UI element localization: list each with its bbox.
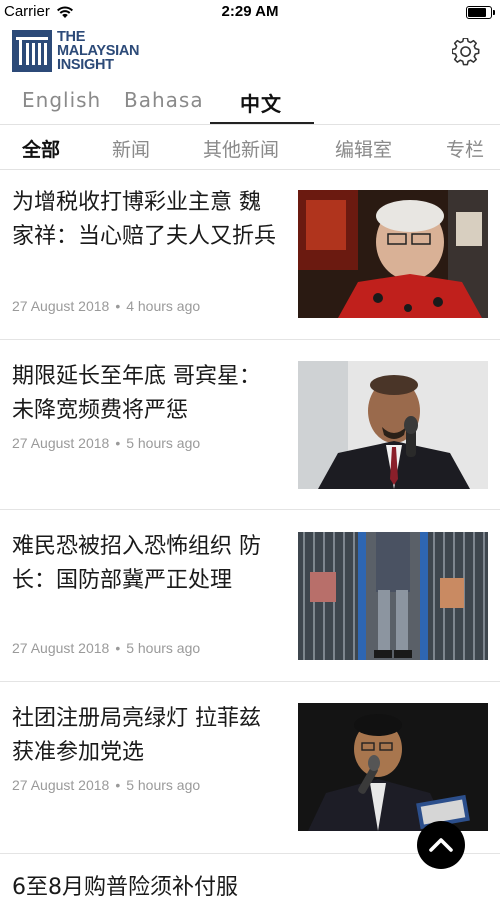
status-bar: Carrier 2:29 AM <box>0 0 500 26</box>
tab-english[interactable]: English <box>22 88 101 112</box>
article-headline[interactable]: 社团注册局亮绿灯 拉菲兹获准参加党选 <box>12 702 282 770</box>
thumbnail-image <box>298 532 488 660</box>
article-headline[interactable]: 期限延长至年底 哥宾星：未降宽频费将严惩 <box>12 360 282 428</box>
article-headline[interactable]: 为增税收打博彩业主意 魏家祥：当心赔了夫人又折兵 <box>12 186 282 254</box>
tab-all[interactable]: 全部 <box>22 135 60 162</box>
article-headline[interactable]: 难民恐被招入恐怖组织 防长：国防部冀严正处理 <box>12 530 282 598</box>
logo[interactable]: THE MALAYSIAN INSIGHT <box>12 30 139 72</box>
thumbnail-image <box>298 190 488 318</box>
article-meta: 27 August 2018 • 5 hours ago <box>12 777 200 793</box>
tab-chinese[interactable]: 中文 <box>240 88 282 117</box>
tab-columns[interactable]: 专栏 <box>446 135 484 162</box>
article-meta: 27 August 2018 • 4 hours ago <box>12 298 200 314</box>
article-item[interactable]: 期限延长至年底 哥宾星：未降宽频费将严惩 27 August 2018 • 5 ho… <box>0 340 500 510</box>
status-time: 2:29 AM <box>221 3 279 20</box>
logo-line-1: THE <box>57 29 86 45</box>
article-age: 5 hours ago <box>126 435 201 451</box>
chevron-up-icon <box>429 838 453 852</box>
article-item[interactable]: 为增税收打博彩业主意 魏家祥：当心赔了夫人又折兵 27 August 2018 •… <box>0 170 500 340</box>
logo-mark <box>12 30 52 72</box>
gear-icon[interactable] <box>452 38 480 66</box>
logo-wordmark: THE MALAYSIAN INSIGHT <box>57 29 140 73</box>
article-thumbnail[interactable] <box>298 532 488 660</box>
meta-separator: • <box>115 640 121 656</box>
meta-separator: • <box>115 298 121 314</box>
meta-separator: • <box>115 435 121 451</box>
article-item[interactable]: 难民恐被招入恐怖组织 防长：国防部冀严正处理 27 August 2018 • 5 … <box>0 510 500 682</box>
article-date: 27 August 2018 <box>12 777 110 793</box>
tab-bahasa[interactable]: Bahasa <box>124 88 204 112</box>
article-meta: 27 August 2018 • 5 hours ago <box>12 640 200 656</box>
category-tabs: 全部 新闻 其他新闻 编辑室 专栏 <box>0 124 500 170</box>
article-age: 4 hours ago <box>126 298 201 314</box>
thumbnail-image <box>298 361 488 489</box>
article-date: 27 August 2018 <box>12 298 110 314</box>
app-header: THE MALAYSIAN INSIGHT <box>0 26 500 82</box>
thumbnail-image <box>298 703 488 831</box>
article-age: 5 hours ago <box>126 777 201 793</box>
logo-mark-glyph <box>16 37 48 65</box>
article-meta: 27 August 2018 • 5 hours ago <box>12 435 200 451</box>
article-date: 27 August 2018 <box>12 435 110 451</box>
article-date: 27 August 2018 <box>12 640 110 656</box>
meta-separator: • <box>115 777 121 793</box>
article-thumbnail[interactable] <box>298 703 488 831</box>
battery-fill <box>468 8 486 17</box>
logo-line-3: INSIGHT <box>57 57 114 73</box>
tab-other-news[interactable]: 其他新闻 <box>203 135 279 162</box>
scroll-to-top-button[interactable] <box>417 821 465 869</box>
article-headline[interactable]: 6至8月购普险须补付服 <box>12 871 312 900</box>
article-thumbnail[interactable] <box>298 361 488 489</box>
tab-editorial[interactable]: 编辑室 <box>335 135 392 162</box>
article-age: 5 hours ago <box>126 640 201 656</box>
language-tabs: English Bahasa 中文 <box>0 84 500 124</box>
tab-news[interactable]: 新闻 <box>112 135 150 162</box>
article-thumbnail[interactable] <box>298 190 488 318</box>
logo-line-2: MALAYSIAN <box>57 43 140 59</box>
battery-icon <box>466 6 495 19</box>
